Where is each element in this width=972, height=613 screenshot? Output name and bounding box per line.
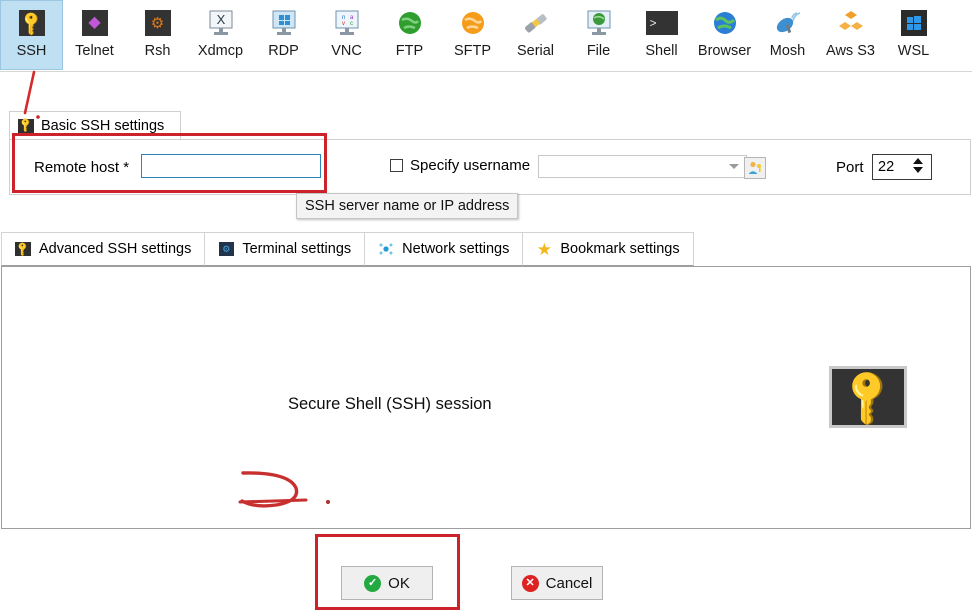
tab-advanced-ssh-settings[interactable]: 🔑 Advanced SSH settings — [1, 232, 206, 266]
file-globe-icon — [583, 7, 615, 39]
ok-button[interactable]: ✓ OK — [341, 566, 433, 600]
tab-network-settings[interactable]: Network settings — [364, 232, 524, 266]
gears-icon: ⚙ — [142, 7, 174, 39]
cross-circle-icon: ✕ — [521, 574, 539, 592]
aws-s3-icon — [835, 7, 867, 39]
satellite-icon — [772, 7, 804, 39]
network-dots-icon — [378, 241, 394, 257]
protocol-xdmcp-label: Xdmcp — [197, 43, 244, 59]
spin-up-icon[interactable] — [913, 158, 923, 164]
key-icon: 🔑 — [14, 240, 32, 258]
star-icon: ★ — [536, 239, 552, 259]
vnc-monitor-icon: n a v c — [331, 7, 363, 39]
protocol-file-label: File — [586, 43, 611, 59]
shell-prompt-icon: > — [645, 7, 678, 39]
protocol-vnc-label: VNC — [331, 43, 362, 59]
tab-terminal-settings[interactable]: ⚙ Terminal settings — [204, 232, 366, 266]
protocol-aws-s3-label: Aws S3 — [826, 43, 875, 59]
session-title: Secure Shell (SSH) session — [288, 395, 492, 413]
port-spinner[interactable]: 22 — [872, 154, 932, 180]
remote-host-input[interactable] — [141, 154, 321, 178]
key-icon: 🔑 — [17, 8, 46, 38]
protocol-sftp-label: SFTP — [453, 43, 492, 59]
protocol-shell-label: Shell — [645, 43, 678, 59]
spinner-arrows[interactable] — [913, 158, 923, 173]
ok-button-label: OK — [388, 574, 410, 592]
remote-host-tooltip: SSH server name or IP address — [296, 193, 519, 219]
telnet-icon: ◆ — [79, 7, 111, 39]
tab-bookmark-settings-label: Bookmark settings — [560, 241, 680, 257]
protocol-sftp[interactable]: SFTP — [441, 0, 504, 70]
annotation-ssh-tab-pointer-line — [23, 70, 36, 115]
tab-network-settings-label: Network settings — [402, 241, 510, 257]
cancel-button-label: Cancel — [545, 574, 593, 592]
protocol-vnc[interactable]: n a v c VNC — [315, 0, 378, 70]
protocol-file[interactable]: File — [567, 0, 630, 70]
basic-settings-tabstrip: 🔑 Basic SSH settings — [9, 111, 972, 139]
globe-orange-icon — [457, 7, 489, 39]
protocol-xdmcp[interactable]: X Xdmcp — [189, 0, 252, 70]
protocol-browser-label: Browser — [697, 43, 752, 59]
protocol-shell[interactable]: > Shell — [630, 0, 693, 70]
protocol-mosh-label: Mosh — [769, 43, 806, 59]
protocol-ssh-label: SSH — [16, 43, 47, 59]
basic-settings-panel: Remote host * Specify username Port 22 — [9, 139, 971, 195]
serial-plug-icon — [520, 7, 552, 39]
protocol-aws-s3[interactable]: Aws S3 — [819, 0, 882, 70]
rdp-monitor-icon — [268, 7, 300, 39]
svg-text:c: c — [350, 21, 353, 27]
tab-advanced-ssh-settings-label: Advanced SSH settings — [39, 241, 192, 257]
remote-host-label: Remote host * — [34, 159, 130, 176]
browser-globe-icon — [709, 7, 741, 39]
protocol-mosh[interactable]: Mosh — [756, 0, 819, 70]
check-circle-icon: ✓ — [364, 574, 382, 592]
xdmcp-icon: X — [205, 7, 237, 39]
chevron-down-icon — [729, 164, 739, 169]
protocol-ftp-label: FTP — [395, 43, 424, 59]
protocol-serial[interactable]: Serial — [504, 0, 567, 70]
protocol-telnet[interactable]: ◆ Telnet — [63, 0, 126, 70]
svg-text:X: X — [216, 12, 225, 27]
svg-text:v: v — [342, 21, 345, 27]
protocol-ftp[interactable]: FTP — [378, 0, 441, 70]
key-icon: 🔑 — [829, 364, 907, 430]
protocol-wsl[interactable]: WSL — [882, 0, 945, 70]
spin-down-icon[interactable] — [913, 167, 923, 173]
secondary-tabs: 🔑 Advanced SSH settings ⚙ Terminal setti… — [1, 232, 694, 266]
protocol-rsh[interactable]: ⚙ Rsh — [126, 0, 189, 70]
globe-green-icon — [394, 7, 426, 39]
windows-icon — [898, 7, 930, 39]
protocol-ssh[interactable]: 🔑 SSH — [0, 0, 63, 70]
tab-bookmark-settings[interactable]: ★ Bookmark settings — [522, 232, 694, 266]
tab-basic-ssh-settings-label: Basic SSH settings — [41, 117, 165, 134]
tab-terminal-settings-label: Terminal settings — [242, 241, 352, 257]
tab-basic-ssh-settings[interactable]: 🔑 Basic SSH settings — [9, 111, 181, 139]
protocol-telnet-label: Telnet — [75, 43, 114, 59]
username-combobox[interactable] — [538, 155, 747, 178]
protocol-rsh-label: Rsh — [144, 43, 171, 59]
protocol-rdp-label: RDP — [268, 43, 299, 59]
user-key-icon — [748, 161, 761, 174]
protocol-rdp[interactable]: RDP — [252, 0, 315, 70]
port-value: 22 — [878, 159, 895, 175]
terminal-icon: ⚙ — [218, 241, 234, 257]
protocol-serial-label: Serial — [516, 43, 555, 59]
key-icon: 🔑 — [17, 117, 35, 134]
protocol-toolbar: 🔑 SSH ◆ Telnet ⚙ Rsh X Xdmcp RDP n a v c… — [0, 0, 972, 72]
specify-username-row[interactable]: Specify username — [390, 157, 530, 174]
cancel-button[interactable]: ✕ Cancel — [511, 566, 603, 600]
tooltip-text: SSH server name or IP address — [305, 198, 510, 214]
port-label: Port — [836, 159, 864, 176]
select-user-key-button[interactable] — [744, 157, 766, 179]
protocol-browser[interactable]: Browser — [693, 0, 756, 70]
specify-username-label: Specify username — [410, 157, 531, 174]
protocol-wsl-label: WSL — [897, 43, 930, 59]
session-content-panel: Secure Shell (SSH) session 🔑 — [1, 266, 971, 529]
specify-username-checkbox[interactable] — [390, 159, 403, 172]
